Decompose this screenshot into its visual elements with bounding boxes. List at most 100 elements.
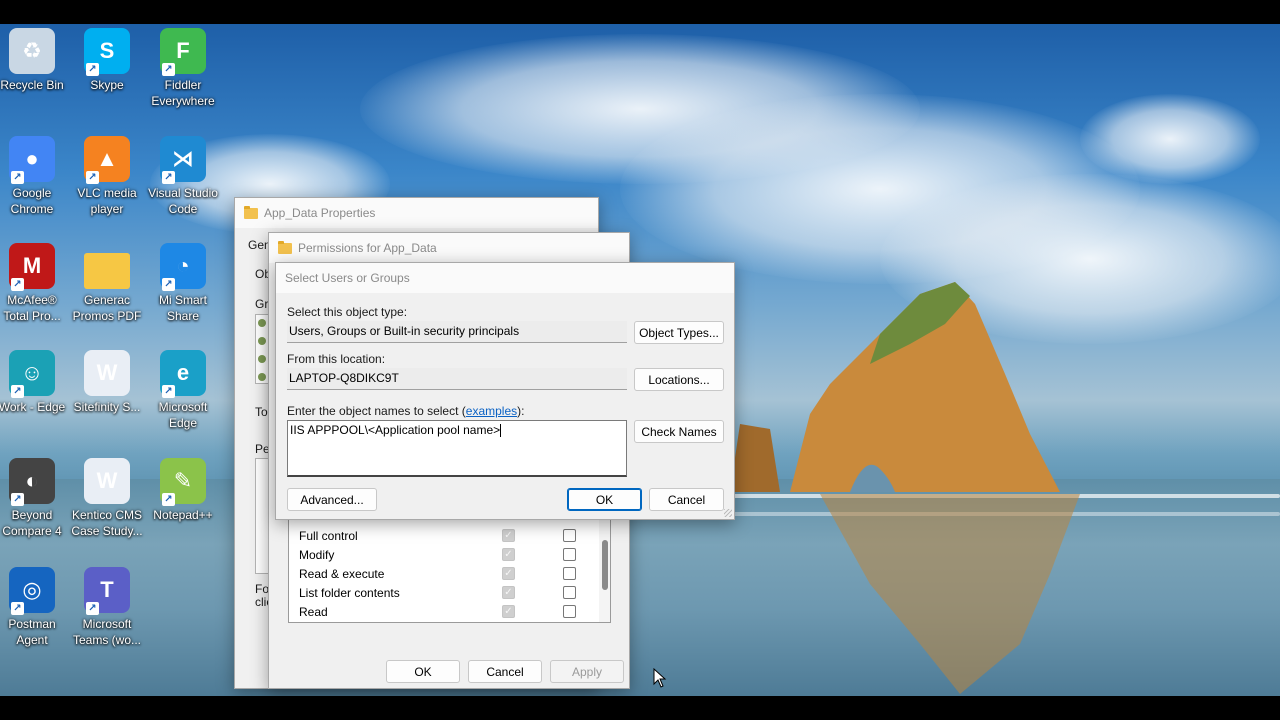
mcafee-icon: M ↗: [9, 243, 55, 291]
permission-name: Modify: [299, 548, 335, 562]
allow-checkbox[interactable]: ✓: [502, 548, 515, 561]
desktop-icon[interactable]: ♻ Recycle Bin: [0, 28, 69, 93]
to-change-label-fragment: To: [255, 405, 268, 419]
desktop-icon[interactable]: ✎ ↗ Notepad++: [146, 458, 220, 523]
edge-profile-icon: ☺ ↗: [9, 350, 55, 398]
resize-grip[interactable]: [724, 509, 732, 517]
notepad-plus-plus-icon: ✎ ↗: [160, 458, 206, 506]
desktop-icon[interactable]: ◐ ↗ Beyond Compare 4: [0, 458, 69, 539]
deny-checkbox[interactable]: [563, 529, 576, 542]
deny-checkbox[interactable]: [563, 567, 576, 580]
desktop-icon[interactable]: ▲ ↗ VLC media player: [70, 136, 144, 217]
desktop-icon-label: Mi Smart Share: [159, 293, 207, 323]
permission-name: Read & execute: [299, 567, 385, 581]
desktop-icon[interactable]: ☺ ↗ Work - Edge: [0, 350, 69, 415]
properties-title-bar[interactable]: App_Data Properties: [235, 198, 598, 228]
permissions-cancel-button[interactable]: Cancel: [468, 660, 542, 683]
permissions-title: Permissions for App_Data: [298, 241, 437, 255]
select-users-title-bar[interactable]: Select Users or Groups: [276, 263, 734, 293]
desktop-icon-label: Sitefinity S...: [73, 400, 141, 414]
teams-icon: T ↗: [84, 567, 130, 615]
deny-checkbox[interactable]: [563, 548, 576, 561]
shortcut-arrow-icon: ↗: [86, 171, 99, 184]
object-type-field: Users, Groups or Built-in security princ…: [287, 321, 627, 343]
desktop-icon[interactable]: S ↗ Skype: [70, 28, 144, 93]
scrollbar-thumb[interactable]: [602, 540, 608, 590]
permission-row: Modify ✓: [289, 545, 610, 564]
shortcut-arrow-icon: ↗: [162, 493, 175, 506]
locations-button[interactable]: Locations...: [634, 368, 724, 391]
examples-link[interactable]: examples: [466, 404, 517, 418]
for-special-label-fragment: Fo: [255, 582, 270, 596]
allow-checkbox[interactable]: ✓: [502, 605, 515, 618]
mi-smart-share-icon: ◔ ↗: [160, 243, 206, 291]
desktop-icon[interactable]: F ↗ Fiddler Everywhere: [146, 28, 220, 109]
object-type-label: Select this object type:: [287, 305, 408, 319]
permissions-list: Full control ✓ Modify ✓ Read & execute ✓ List …: [288, 519, 611, 623]
shortcut-arrow-icon: ↗: [162, 63, 175, 76]
permission-row: Full control ✓: [289, 526, 610, 545]
shortcut-arrow-icon: ↗: [86, 602, 99, 615]
beyond-compare-icon: ◐ ↗: [9, 458, 55, 506]
allow-checkbox[interactable]: ✓: [502, 567, 515, 580]
select-ok-button[interactable]: OK: [567, 488, 642, 511]
word-document-icon: W: [84, 458, 130, 504]
desktop-icon[interactable]: T ↗ Microsoft Teams (wo...: [70, 567, 144, 648]
select-cancel-button[interactable]: Cancel: [649, 488, 724, 511]
wallpaper-rock-reflection: [820, 494, 1080, 694]
shortcut-arrow-icon: ↗: [11, 278, 24, 291]
word-document-icon: W: [84, 350, 130, 396]
permissions-apply-button[interactable]: Apply: [550, 660, 624, 683]
permission-row: List folder contents ✓: [289, 583, 610, 602]
desktop-icon-label: Google Chrome: [10, 186, 54, 216]
folder-icon: [84, 253, 130, 289]
desktop-icon-label: Fiddler Everywhere: [151, 78, 215, 108]
wallpaper-sea-arch-rock: [730, 282, 1060, 492]
object-names-input[interactable]: IIS APPPOOL\<Application pool name>: [287, 420, 627, 477]
permissions-title-bar[interactable]: Permissions for App_Data: [269, 233, 629, 263]
object-types-button[interactable]: Object Types...: [634, 321, 724, 344]
user-group-icon: [258, 337, 266, 345]
permissions-ok-button[interactable]: OK: [386, 660, 460, 683]
allow-checkbox[interactable]: ✓: [502, 586, 515, 599]
object-names-value: IIS APPPOOL\<Application pool name>: [290, 423, 501, 437]
desktop-icon[interactable]: ⋊ ↗ Visual Studio Code: [146, 136, 220, 217]
shortcut-arrow-icon: ↗: [11, 602, 24, 615]
allow-checkbox[interactable]: ✓: [502, 529, 515, 542]
check-names-button[interactable]: Check Names: [634, 420, 724, 443]
user-group-icon: [258, 373, 266, 381]
shortcut-arrow-icon: ↗: [11, 171, 24, 184]
deny-checkbox[interactable]: [563, 586, 576, 599]
desktop-icon[interactable]: e ↗ Microsoft Edge: [146, 350, 220, 431]
shortcut-arrow-icon: ↗: [162, 171, 175, 184]
desktop-icon[interactable]: ● ↗ Google Chrome: [0, 136, 69, 217]
permission-row: Read ✓: [289, 602, 610, 621]
permissions-scrollbar[interactable]: [599, 520, 610, 622]
desktop-icon[interactable]: W Kentico CMS Case Study...: [70, 458, 144, 539]
desktop-icon-label: McAfee® Total Pro...: [3, 293, 61, 323]
desktop-icon-label: Work - Edge: [0, 400, 66, 414]
object-names-label: Enter the object names to select (exampl…: [287, 404, 524, 418]
shortcut-arrow-icon: ↗: [11, 493, 24, 506]
vscode-icon: ⋊ ↗: [160, 136, 206, 184]
deny-checkbox[interactable]: [563, 605, 576, 618]
desktop-icon[interactable]: W Sitefinity S...: [70, 350, 144, 415]
edge-icon: e ↗: [160, 350, 206, 398]
desktop-icon[interactable]: ◎ ↗ Postman Agent: [0, 567, 69, 648]
group-list-fragment[interactable]: [255, 314, 269, 384]
vlc-icon: ▲ ↗: [84, 136, 130, 184]
desktop-icon-label: Microsoft Edge: [158, 400, 208, 430]
advanced-button[interactable]: Advanced...: [287, 488, 377, 511]
postman-icon: ◎ ↗: [9, 567, 55, 615]
object-names-label-prefix: Enter the object names to select (: [287, 404, 466, 418]
mouse-cursor-icon: [653, 668, 667, 688]
permission-name: Read: [299, 605, 328, 619]
desktop-icon[interactable]: M ↗ McAfee® Total Pro...: [0, 243, 69, 324]
desktop-icon[interactable]: ◔ ↗ Mi Smart Share: [146, 243, 220, 324]
desktop-icon[interactable]: Generac Promos PDF: [70, 243, 144, 324]
permission-row: Read & execute ✓: [289, 564, 610, 583]
desktop-icon-label: Beyond Compare 4: [2, 508, 62, 538]
location-label: From this location:: [287, 352, 386, 366]
user-group-icon: [258, 355, 266, 363]
shortcut-arrow-icon: ↗: [162, 278, 175, 291]
